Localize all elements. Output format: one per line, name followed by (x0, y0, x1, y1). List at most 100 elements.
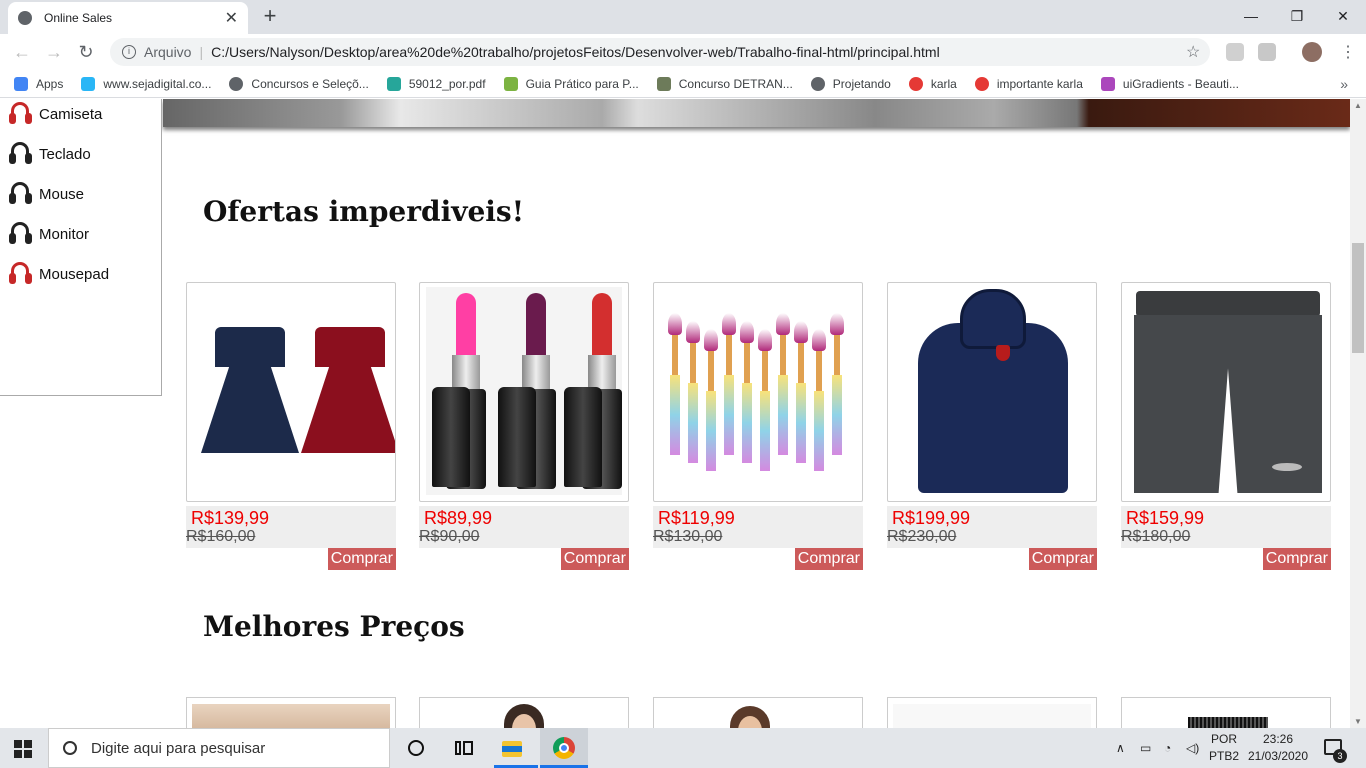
buy-button[interactable]: Comprar (560, 548, 629, 570)
chrome-taskbar-button[interactable] (540, 728, 588, 768)
pdf-icon (386, 76, 401, 91)
battery-icon[interactable]: ▭ (1140, 728, 1151, 768)
price-box: R$159,99 R$180,00 (1121, 506, 1331, 548)
input-language[interactable]: POR PTB2 (1206, 731, 1242, 765)
bookmark-item[interactable]: Concursos e Seleçõ... (229, 76, 369, 91)
side-menu-label: Mouse (39, 185, 85, 203)
buy-button[interactable]: Comprar (1262, 548, 1331, 570)
close-tab-icon[interactable]: ✕ (225, 8, 238, 28)
task-view-icon[interactable] (452, 736, 476, 760)
cortana-icon[interactable] (404, 736, 428, 760)
skype-extension-icon[interactable] (1226, 43, 1244, 61)
headphones-icon (8, 261, 34, 287)
keyboard-layout: PTB2 (1208, 749, 1239, 763)
scroll-up-icon[interactable]: ▲ (1354, 101, 1362, 110)
headphones-icon (8, 101, 34, 127)
buy-button[interactable]: Comprar (794, 548, 863, 570)
bookmark-item[interactable]: Concurso DETRAN... (656, 76, 793, 91)
product-card: R$159,99 R$180,00 Comprar (1121, 282, 1331, 570)
bookmark-item[interactable]: importante karla (974, 76, 1083, 91)
price-box: R$89,99 R$90,00 (419, 506, 629, 548)
page-viewport: Camiseta Teclado Mouse Monitor Mousepad Ofer… (0, 99, 1350, 728)
address-separator: | (199, 44, 204, 60)
current-price: R$119,99 (658, 508, 735, 528)
product-image[interactable] (887, 282, 1097, 502)
pdf-extension-icon[interactable] (1258, 43, 1276, 61)
address-bar[interactable]: i Arquivo | C:/Users/Nalyson/Desktop/are… (110, 38, 1210, 66)
bookmark-label: Apps (36, 76, 64, 91)
buy-button[interactable]: Comprar (327, 548, 396, 570)
side-menu: Camiseta Teclado Mouse Monitor Mousepad (0, 99, 162, 396)
menu-icon[interactable]: ⋮ (1340, 42, 1356, 62)
side-menu-label: Teclado (39, 145, 91, 163)
clock-date: 21/03/2020 (1247, 749, 1309, 763)
side-menu-item[interactable]: Teclado (8, 139, 91, 169)
product-card: R$199,99 R$230,00 Comprar (887, 282, 1097, 570)
reload-button[interactable]: ↻ (72, 38, 100, 66)
product-card: R$89,99 R$90,00 Comprar (419, 282, 629, 570)
product-image[interactable] (653, 282, 863, 502)
system-clock[interactable]: 23:26 21/03/2020 (1244, 731, 1312, 765)
minimize-button[interactable]: — (1228, 4, 1274, 28)
price-box: R$199,99 R$230,00 (887, 506, 1097, 548)
scroll-thumb[interactable] (1352, 243, 1364, 353)
bookmark-item[interactable]: www.sejadigital.co... (81, 76, 211, 91)
old-price: R$130,00 (653, 528, 723, 545)
maximize-button[interactable]: ❐ (1274, 4, 1320, 28)
tab-online-sales[interactable]: Online Sales ✕ (8, 2, 248, 34)
bookmark-item[interactable]: Guia Prático para P... (503, 76, 639, 91)
product-card[interactable] (887, 697, 1097, 728)
bookmark-item[interactable]: uiGradients - Beauti... (1100, 76, 1239, 91)
side-menu-item[interactable]: Monitor (8, 219, 89, 249)
product-image[interactable] (419, 282, 629, 502)
product-image (419, 697, 629, 728)
forward-button[interactable]: → (40, 38, 68, 66)
side-menu-item[interactable]: Camiseta (8, 99, 102, 129)
badge-icon (656, 76, 671, 91)
gradient-icon (1100, 76, 1115, 91)
volume-icon[interactable]: ◁) (1186, 728, 1199, 768)
scroll-down-icon[interactable]: ▼ (1354, 717, 1362, 726)
bookmarks-overflow-icon[interactable]: » (1340, 76, 1348, 92)
bookmark-item[interactable]: karla (908, 76, 957, 91)
bookmark-item[interactable]: Apps (14, 76, 64, 91)
product-image[interactable] (1121, 282, 1331, 502)
globe-icon (810, 76, 825, 91)
side-menu-item[interactable]: Mousepad (8, 259, 109, 289)
windows-start-icon[interactable] (14, 740, 32, 758)
product-card[interactable] (419, 697, 629, 728)
price-box: R$119,99 R$130,00 (653, 506, 863, 548)
product-card[interactable] (653, 697, 863, 728)
back-button[interactable]: ← (8, 38, 36, 66)
bookmark-item[interactable]: 59012_por.pdf (386, 76, 486, 91)
side-menu-label: Mousepad (39, 265, 110, 283)
best-prices-title: Melhores Preços (203, 610, 465, 643)
product-image (653, 697, 863, 728)
notification-count-badge: 3 (1333, 749, 1347, 763)
address-url[interactable]: C:/Users/Nalyson/Desktop/area%20de%20tra… (211, 44, 940, 60)
windows-taskbar: Digite aqui para pesquisar ∧ ▭ ◔ ◁) POR … (0, 728, 1366, 768)
bookmark-star-icon[interactable]: ☆ (1186, 42, 1200, 62)
headphones-icon (8, 141, 34, 167)
bookmark-item[interactable]: Projetando (810, 76, 891, 91)
avatar[interactable] (1302, 42, 1322, 62)
show-hidden-icons[interactable]: ∧ (1116, 728, 1125, 768)
taskbar-search-box[interactable]: Digite aqui para pesquisar (48, 728, 390, 768)
product-image[interactable] (186, 282, 396, 502)
e-icon (908, 76, 923, 91)
product-card: R$119,99 R$130,00 Comprar (653, 282, 863, 570)
old-price: R$230,00 (887, 528, 957, 545)
wifi-icon[interactable]: ◔ (1164, 728, 1171, 768)
file-explorer-icon[interactable] (500, 736, 524, 760)
bookmarks-bar: Apps www.sejadigital.co... Concursos e Sel… (0, 70, 1366, 98)
window-close-button[interactable]: ✕ (1320, 4, 1366, 28)
buy-button[interactable]: Comprar (1028, 548, 1097, 570)
product-card[interactable] (1121, 697, 1331, 728)
page-scrollbar[interactable]: ▲ ▼ (1350, 99, 1366, 728)
product-card[interactable] (186, 697, 396, 728)
new-tab-button[interactable]: + (258, 4, 282, 28)
info-icon[interactable]: i (122, 45, 136, 59)
side-menu-item[interactable]: Mouse (8, 179, 84, 209)
bookmark-label: importante karla (996, 76, 1083, 91)
bookmark-label: Concursos e Seleçõ... (251, 76, 369, 91)
